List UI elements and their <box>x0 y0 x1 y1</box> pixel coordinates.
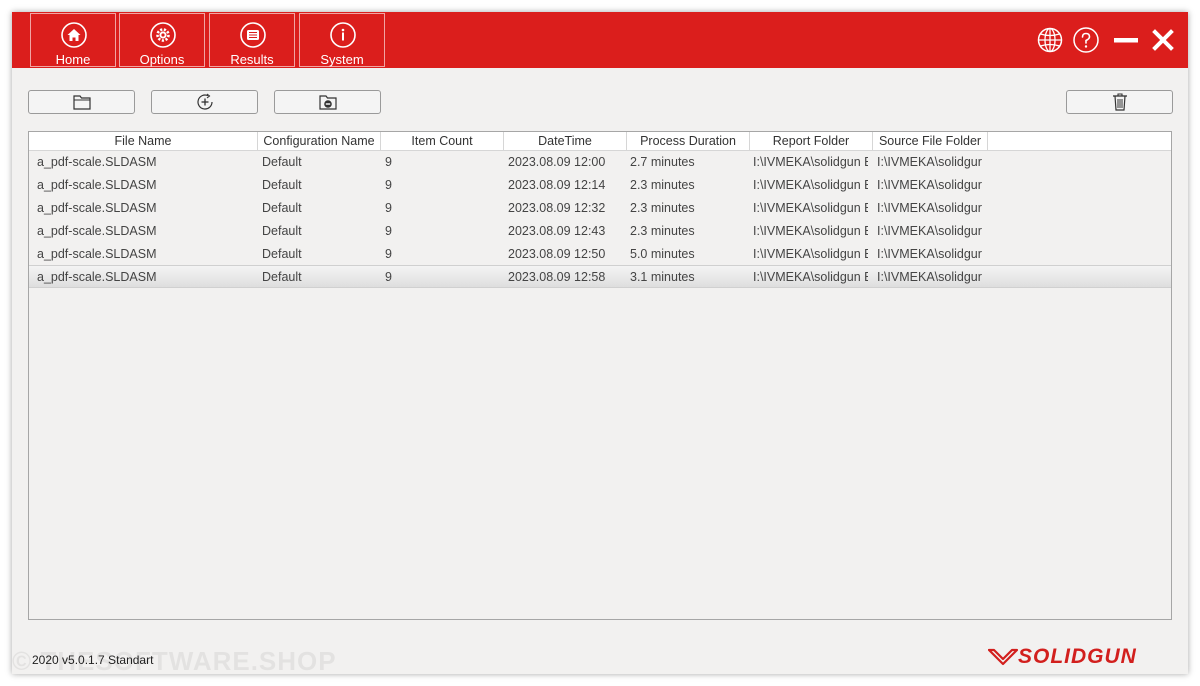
help-icon[interactable] <box>1072 26 1100 54</box>
cell-item-count: 9 <box>385 178 392 192</box>
cell-configuration-name: Default <box>262 270 302 284</box>
version-label: 2020 v5.0.1.7 Standart <box>32 653 154 667</box>
nav-options-label: Options <box>139 52 185 67</box>
home-icon <box>61 22 87 48</box>
cell-file-name: a_pdf-scale.SLDASM <box>37 270 157 284</box>
list-icon <box>240 22 266 48</box>
cell-datetime: 2023.08.09 12:50 <box>508 247 606 261</box>
cell-file-name: a_pdf-scale.SLDASM <box>37 178 157 192</box>
nav-home-label: Home <box>55 52 91 67</box>
table-row[interactable]: a_pdf-scale.SLDASM Default 9 2023.08.09 … <box>29 197 1171 220</box>
add-circle-icon <box>196 93 213 110</box>
delete-button[interactable] <box>1066 90 1173 114</box>
cell-source-file-folder: I:\IVMEKA\solidgur <box>877 178 982 192</box>
cell-report-folder: I:\IVMEKA\solidgun E <box>753 178 868 192</box>
cell-datetime: 2023.08.09 12:43 <box>508 224 606 238</box>
column-header-process-duration[interactable]: Process Duration <box>627 132 750 150</box>
folder-remove-icon <box>318 95 337 110</box>
nav-results-label: Results <box>230 52 274 67</box>
minimize-icon[interactable] <box>1112 26 1140 54</box>
cell-file-name: a_pdf-scale.SLDASM <box>37 201 157 215</box>
column-header-report-folder[interactable]: Report Folder <box>750 132 873 150</box>
cell-report-folder: I:\IVMEKA\solidgun E <box>753 224 868 238</box>
column-header-item-count[interactable]: Item Count <box>381 132 504 150</box>
table-row-selected[interactable]: a_pdf-scale.SLDASM Default 9 2023.08.09 … <box>29 265 1171 288</box>
nav-results-button[interactable]: Results <box>209 13 295 67</box>
nav-options-button[interactable]: Options <box>119 13 205 67</box>
table-row[interactable]: a_pdf-scale.SLDASM Default 9 2023.08.09 … <box>29 151 1171 174</box>
cell-configuration-name: Default <box>262 178 302 192</box>
cell-report-folder: I:\IVMEKA\solidgun E <box>753 201 868 215</box>
logo-chevron-icon <box>988 648 1018 666</box>
cell-item-count: 9 <box>385 247 392 261</box>
cell-item-count: 9 <box>385 155 392 169</box>
add-button[interactable] <box>151 90 258 114</box>
cell-process-duration: 5.0 minutes <box>630 247 695 261</box>
cell-item-count: 9 <box>385 270 392 284</box>
nav-system-label: System <box>320 52 364 67</box>
cell-configuration-name: Default <box>262 224 302 238</box>
cell-item-count: 9 <box>385 224 392 238</box>
nav-system-button[interactable]: System <box>299 13 385 67</box>
cell-datetime: 2023.08.09 12:14 <box>508 178 606 192</box>
cell-datetime: 2023.08.09 12:58 <box>508 270 606 284</box>
remove-folder-button[interactable] <box>274 90 381 114</box>
cell-report-folder: I:\IVMEKA\solidgun E <box>753 155 868 169</box>
cell-report-folder: I:\IVMEKA\solidgun E <box>753 247 868 261</box>
results-table[interactable]: File Name Configuration Name Item Count … <box>28 131 1172 620</box>
cell-source-file-folder: I:\IVMEKA\solidgur <box>877 270 982 284</box>
cell-source-file-folder: I:\IVMEKA\solidgur <box>877 224 982 238</box>
open-folder-button[interactable] <box>28 90 135 114</box>
column-header-source-file-folder[interactable]: Source File Folder <box>873 132 988 150</box>
cell-file-name: a_pdf-scale.SLDASM <box>37 155 157 169</box>
gear-icon <box>150 22 176 48</box>
column-header-configuration-name[interactable]: Configuration Name <box>258 132 381 150</box>
cell-datetime: 2023.08.09 12:00 <box>508 155 606 169</box>
table-row[interactable]: a_pdf-scale.SLDASM Default 9 2023.08.09 … <box>29 220 1171 243</box>
top-nav-bar: Home Options Results System <box>12 12 1188 68</box>
cell-source-file-folder: I:\IVMEKA\solidgur <box>877 247 982 261</box>
cell-source-file-folder: I:\IVMEKA\solidgur <box>877 155 982 169</box>
nav-home-button[interactable]: Home <box>30 13 116 67</box>
cell-process-duration: 3.1 minutes <box>630 270 695 284</box>
open-folder-icon <box>72 95 91 110</box>
cell-report-folder: I:\IVMEKA\solidgun E <box>753 270 868 284</box>
cell-process-duration: 2.3 minutes <box>630 224 695 238</box>
table-header: File Name Configuration Name Item Count … <box>29 132 1171 151</box>
cell-datetime: 2023.08.09 12:32 <box>508 201 606 215</box>
table-row[interactable]: a_pdf-scale.SLDASM Default 9 2023.08.09 … <box>29 174 1171 197</box>
cell-configuration-name: Default <box>262 247 302 261</box>
cell-process-duration: 2.7 minutes <box>630 155 695 169</box>
cell-process-duration: 2.3 minutes <box>630 201 695 215</box>
cell-file-name: a_pdf-scale.SLDASM <box>37 224 157 238</box>
trash-icon <box>1112 93 1127 111</box>
globe-icon[interactable] <box>1036 26 1064 54</box>
table-row[interactable]: a_pdf-scale.SLDASM Default 9 2023.08.09 … <box>29 243 1171 266</box>
cell-item-count: 9 <box>385 201 392 215</box>
app-window: Home Options Results System File Name Co… <box>12 12 1188 676</box>
cell-file-name: a_pdf-scale.SLDASM <box>37 247 157 261</box>
info-icon <box>330 22 356 48</box>
cell-configuration-name: Default <box>262 155 302 169</box>
cell-configuration-name: Default <box>262 201 302 215</box>
cell-source-file-folder: I:\IVMEKA\solidgur <box>877 201 982 215</box>
column-header-datetime[interactable]: DateTime <box>504 132 627 150</box>
close-icon[interactable] <box>1149 26 1177 54</box>
column-header-file-name[interactable]: File Name <box>29 132 258 150</box>
logo-text: SOLIDGUN <box>1018 645 1137 668</box>
cell-process-duration: 2.3 minutes <box>630 178 695 192</box>
